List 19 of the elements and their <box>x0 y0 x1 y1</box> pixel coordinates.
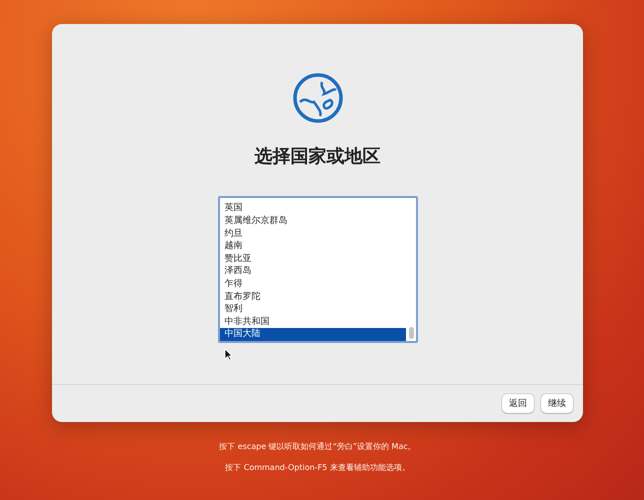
country-item[interactable]: 越南 <box>220 240 406 253</box>
hint-text: 按下 Command-Option-F5 来查看辅助功能选项。 <box>225 462 410 473</box>
country-item[interactable]: 约旦 <box>220 228 406 240</box>
country-item[interactable]: 泽西岛 <box>220 265 406 278</box>
back-button[interactable]: 返回 <box>502 394 534 413</box>
continue-button[interactable]: 继续 <box>541 394 573 413</box>
country-item[interactable]: 英国 <box>220 202 406 216</box>
country-item[interactable]: 中国大陆 <box>220 328 406 341</box>
globe-icon <box>292 72 344 124</box>
country-item[interactable]: 赞比亚 <box>220 252 406 266</box>
scroll-thumb[interactable] <box>408 327 414 339</box>
country-item[interactable]: 直布罗陀 <box>220 290 406 304</box>
country-item[interactable]: 中非共和国 <box>220 316 406 328</box>
page-title: 选择国家或地区 <box>254 145 380 168</box>
country-item[interactable]: 乍得 <box>220 278 406 291</box>
country-item[interactable]: 英属维尔京群岛 <box>220 215 406 228</box>
country-item[interactable]: 智利 <box>220 303 406 316</box>
pointer-icon <box>224 348 233 361</box>
hint-text: 按下 escape 键以听取如何通过“旁白”设置你的 Mac。 <box>219 441 416 452</box>
